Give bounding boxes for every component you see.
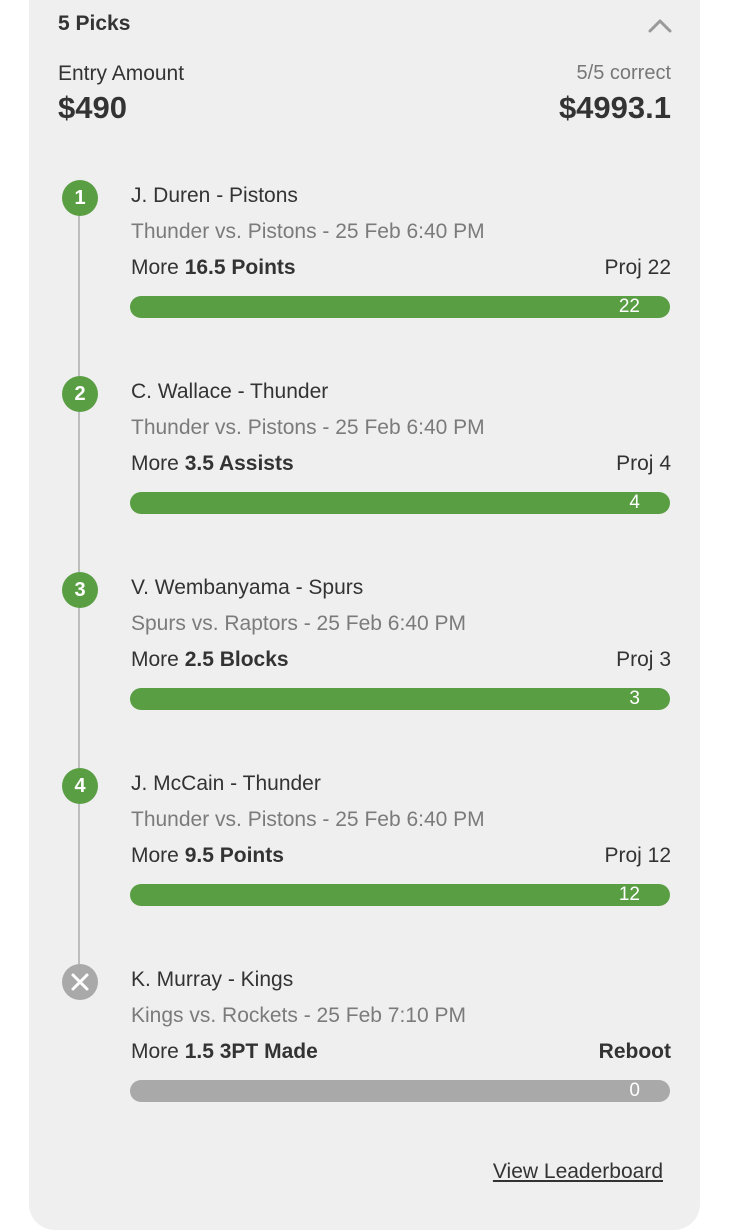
pick-player: J. Duren - Pistons <box>131 184 298 207</box>
pick-projection: Proj 4 <box>616 452 671 476</box>
picks-title: 5 Picks <box>58 12 131 35</box>
proj-value: 22 <box>647 256 671 279</box>
proj-value: 3 <box>659 648 671 671</box>
proj-value: 12 <box>647 844 671 867</box>
proj-label: Proj <box>616 452 654 475</box>
chevron-up-icon <box>648 19 672 33</box>
pick-item: 3 V. Wembanyama - Spurs Spurs vs. Raptor… <box>0 572 729 742</box>
proj-value: 4 <box>659 452 671 475</box>
pick-direction: More <box>131 256 179 279</box>
pick-line: More 9.5 Points <box>131 844 284 868</box>
pick-item: 2 C. Wallace - Thunder Thunder vs. Pisto… <box>0 376 729 546</box>
pick-number-badge: 3 <box>62 572 98 608</box>
bar-value: 12 <box>618 884 640 905</box>
pick-game: Thunder vs. Pistons - 25 Feb 6:40 PM <box>131 416 485 439</box>
pick-direction: More <box>131 844 179 867</box>
proj-label: Proj <box>604 256 642 279</box>
pick-line: More 2.5 Blocks <box>131 648 289 672</box>
pick-line: More 16.5 Points <box>131 256 296 280</box>
correct-count: 5/5 correct <box>576 62 671 84</box>
pick-line: More 3.5 Assists <box>131 452 294 476</box>
entry-amount-label: Entry Amount <box>58 62 185 85</box>
payout-value: $4993.1 <box>558 90 671 125</box>
pick-progress-bar: 22 <box>130 296 670 318</box>
pick-player: J. McCain - Thunder <box>131 772 321 795</box>
pick-stat-line: 9.5 Points <box>184 844 284 867</box>
pick-game: Thunder vs. Pistons - 25 Feb 6:40 PM <box>131 220 485 243</box>
pick-player: K. Murray - Kings <box>131 968 294 991</box>
pick-status-badge <box>62 964 98 1000</box>
bar-value: 4 <box>629 492 640 513</box>
pick-number-badge: 1 <box>62 180 98 216</box>
pick-stat-line: 2.5 Blocks <box>184 648 289 671</box>
pick-player: V. Wembanyama - Spurs <box>131 576 364 599</box>
bar-value: 3 <box>629 688 640 709</box>
pick-game: Kings vs. Rockets - 25 Feb 7:10 PM <box>131 1004 466 1027</box>
pick-direction: More <box>131 1040 179 1063</box>
proj-label: Proj <box>616 648 654 671</box>
pick-player: C. Wallace - Thunder <box>131 380 329 403</box>
proj-label: Proj <box>604 844 642 867</box>
pick-progress-bar: 12 <box>130 884 670 906</box>
pick-item: 1 J. Duren - Pistons Thunder vs. Pistons… <box>0 180 729 350</box>
reboot-label: Reboot <box>598 1040 671 1063</box>
pick-projection: Proj 22 <box>604 256 671 280</box>
pick-stat-line: 3.5 Assists <box>184 452 294 475</box>
pick-stat-line: 1.5 3PT Made <box>184 1040 318 1063</box>
pick-projection: Proj 12 <box>604 844 671 868</box>
pick-projection: Proj 3 <box>616 648 671 672</box>
view-leaderboard-link[interactable]: View Leaderboard <box>493 1160 663 1184</box>
pick-progress-bar: 3 <box>130 688 670 710</box>
pick-number-badge: 4 <box>62 768 98 804</box>
bar-value: 0 <box>629 1080 640 1101</box>
pick-direction: More <box>131 648 179 671</box>
pick-stat-line: 16.5 Points <box>184 256 296 279</box>
pick-game: Thunder vs. Pistons - 25 Feb 6:40 PM <box>131 808 485 831</box>
pick-direction: More <box>131 452 179 475</box>
pick-number-badge: 2 <box>62 376 98 412</box>
pick-item: K. Murray - Kings Kings vs. Rockets - 25… <box>0 964 729 1134</box>
bar-value: 22 <box>618 296 640 317</box>
pick-game: Spurs vs. Raptors - 25 Feb 6:40 PM <box>131 612 466 635</box>
collapse-button[interactable] <box>646 15 674 37</box>
entry-amount-value: $490 <box>58 90 127 125</box>
x-icon <box>71 973 89 991</box>
pick-status-label: Reboot <box>599 1040 671 1064</box>
pick-line: More 1.5 3PT Made <box>131 1040 318 1064</box>
pick-progress-bar: 0 <box>130 1080 670 1102</box>
pick-item: 4 J. McCain - Thunder Thunder vs. Piston… <box>0 768 729 938</box>
pick-progress-bar: 4 <box>130 492 670 514</box>
